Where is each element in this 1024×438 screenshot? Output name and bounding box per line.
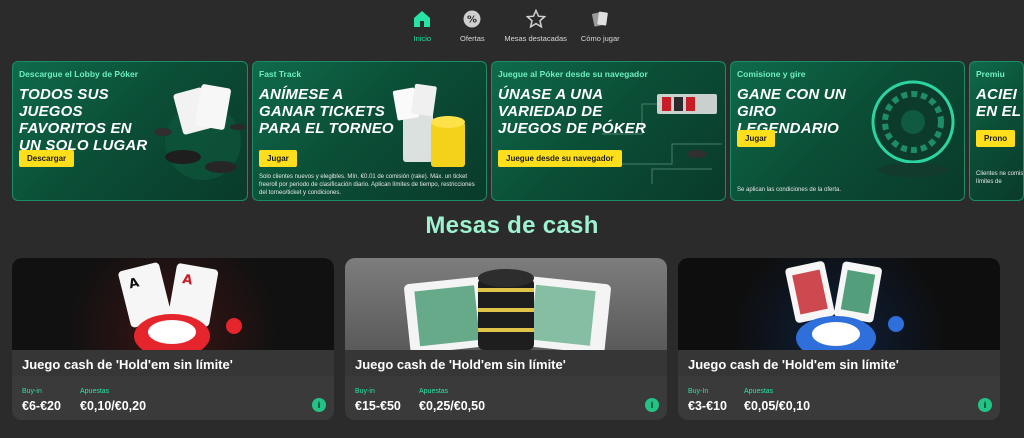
play-button[interactable]: Jugar [259, 150, 297, 167]
wheel-illustration [871, 80, 955, 177]
table-info: Buy-in €15-€50 Apuestas €0,25/€0,50 i [345, 376, 667, 420]
stakes-label: Apuestas [419, 388, 449, 395]
promo-card-partial[interactable]: Premiu ACIEI EN EL Prono Clientes ne com… [969, 61, 1024, 201]
download-button[interactable]: Descargar [19, 150, 75, 167]
stakes-value: €0,10/€0,20 [80, 399, 147, 413]
table-name: Juego cash de 'Hold'em sin límite' [22, 357, 233, 372]
play-in-browser-button[interactable]: Juegue desde su navegador [498, 150, 622, 167]
info-icon[interactable]: i [312, 398, 326, 412]
info-icon[interactable]: i [645, 398, 659, 412]
home-icon [411, 8, 433, 30]
stakes-value: €0,05/€0,10 [744, 399, 811, 413]
nav-label: Ofertas [460, 34, 485, 43]
cash-table-card[interactable]: A A Juego cash de 'Hold'em sin límite' B… [12, 258, 334, 420]
nav-item-como-jugar[interactable]: Cómo jugar [581, 8, 620, 48]
promo-terms: Se aplican las condiciones de la oferta. [737, 187, 842, 193]
stakes-value: €0,25/€0,50 [419, 399, 486, 413]
top-nav: Inicio % Ofertas Mesas destacadas Cómo j… [0, 8, 1024, 48]
promo-terms: Clientes ne comisión ( límites de [976, 171, 1024, 185]
promo-headline: ANÍMESE A GANAR TICKETS PARA EL TORNEO [259, 86, 394, 137]
cash-table-card[interactable]: Juego cash de 'Hold'em sin límite' Buy-i… [345, 258, 667, 420]
cards-icon [589, 8, 611, 30]
cash-table-card[interactable]: Juego cash de 'Hold'em sin límite' Buy-I… [678, 258, 1000, 420]
promo-cta-button[interactable]: Prono [976, 130, 1016, 147]
play-button[interactable]: Jugar [737, 130, 775, 147]
table-info: Buy-in €6-€20 Apuestas €0,10/€0,20 i [12, 376, 334, 420]
buyin-value: €15-€50 [355, 399, 401, 413]
promo-headline: ACIEI EN EL [976, 86, 1022, 120]
stakes-label: Apuestas [744, 388, 774, 395]
stakes-label: Apuestas [80, 388, 110, 395]
promo-terms: Solo clientes nuevos y elegibles. Mín. €… [259, 174, 475, 196]
promo-kicker: Premiu [976, 69, 1005, 79]
promo-carousel: Descargue el Lobby de Póker TODOS SUS JU… [12, 61, 1024, 201]
nav-item-inicio[interactable]: Inicio [404, 8, 440, 48]
svg-text:%: % [467, 15, 477, 26]
promo-kicker: Fast Track [259, 69, 302, 79]
percent-badge-icon: % [461, 8, 483, 30]
table-info: Buy-In €3-€10 Apuestas €0,05/€0,10 i [678, 376, 1000, 420]
promo-card-spin-wheel[interactable]: Comisione y gire GANE CON UN GIRO LEGEND… [730, 61, 965, 201]
promo-headline: ÚNASE A UNA VARIEDAD DE JUEGOS DE PÓKER [498, 86, 647, 137]
promo-card-browser-poker[interactable]: Juegue al Póker desde su navegador ÚNASE… [491, 61, 726, 201]
promo-kicker: Juegue al Póker desde su navegador [498, 69, 648, 79]
buyin-label: Buy-In [688, 388, 709, 395]
nav-item-ofertas[interactable]: % Ofertas [454, 8, 490, 48]
buyin-value: €6-€20 [22, 399, 61, 413]
cards-and-chips-illustration [154, 84, 246, 180]
buyin-label: Buy-in [355, 388, 375, 395]
buyin-value: €3-€10 [688, 399, 727, 413]
buyin-label: Buy-in [22, 388, 42, 395]
cash-tables-row: A A Juego cash de 'Hold'em sin límite' B… [12, 258, 1002, 420]
star-icon [525, 8, 547, 30]
table-illustration [678, 258, 1000, 350]
trophy-chips-illustration [392, 83, 465, 167]
table-illustration [345, 258, 667, 350]
section-title: Mesas de cash [425, 212, 599, 239]
nav-item-mesas-destacadas[interactable]: Mesas destacadas [504, 8, 567, 48]
info-icon[interactable]: i [978, 398, 992, 412]
nav-label: Inicio [413, 34, 432, 43]
promo-card-fast-track[interactable]: Fast Track ANÍMESE A GANAR TICKETS PARA … [252, 61, 487, 201]
table-name: Juego cash de 'Hold'em sin límite' [355, 357, 566, 372]
promo-kicker: Comisione y gire [737, 69, 806, 79]
table-name: Juego cash de 'Hold'em sin límite' [688, 357, 899, 372]
promo-card-download-lobby[interactable]: Descargue el Lobby de Póker TODOS SUS JU… [12, 61, 248, 201]
promo-headline: TODOS SUS JUEGOS FAVORITOS EN UN SOLO LU… [19, 86, 148, 154]
nav-label: Mesas destacadas [504, 34, 567, 43]
promo-kicker: Descargue el Lobby de Póker [19, 69, 139, 79]
table-illustration: A A [12, 258, 334, 350]
nav-label: Cómo jugar [580, 34, 620, 43]
